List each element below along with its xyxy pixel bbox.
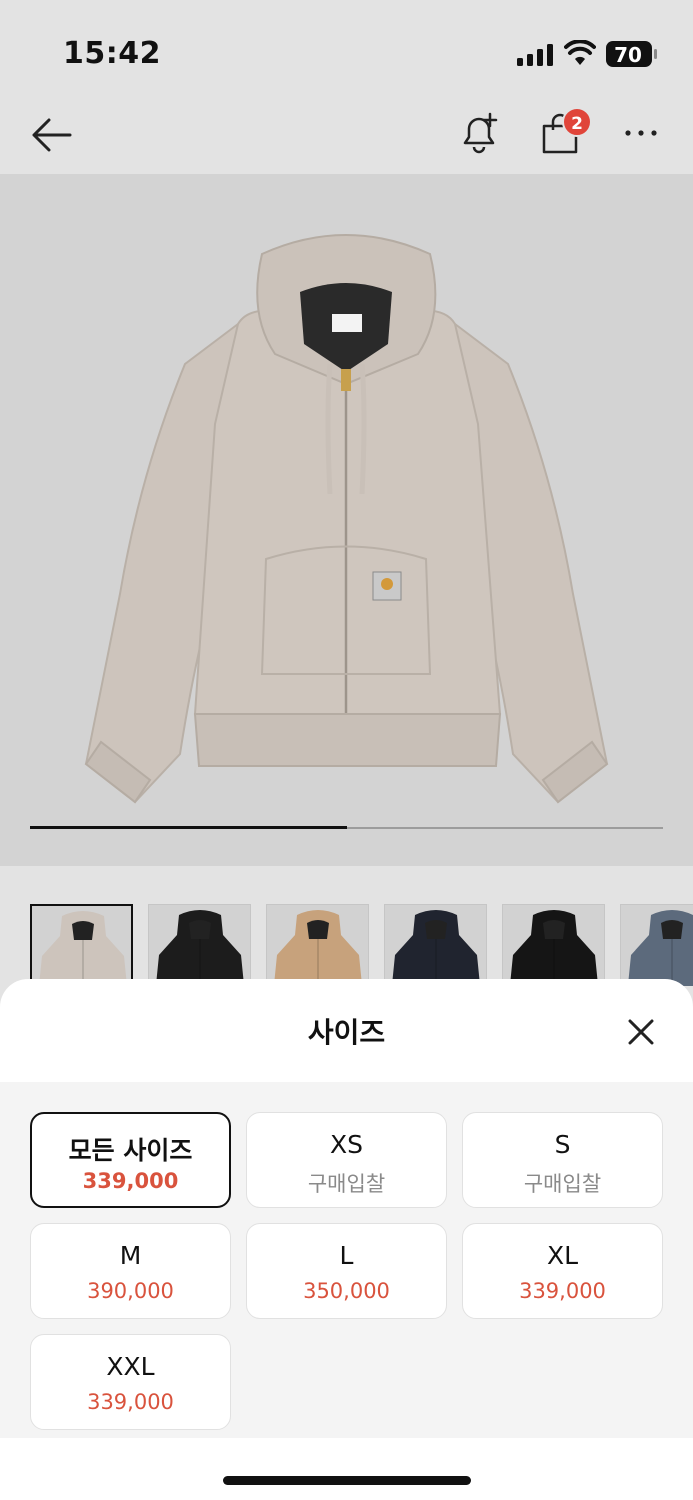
more-options-icon[interactable] (620, 118, 662, 148)
size-label: XS (330, 1130, 363, 1159)
thumbnail-jacket-image (39, 911, 127, 986)
size-label: S (554, 1130, 571, 1159)
size-option-m[interactable]: M 390,000 (30, 1223, 231, 1319)
size-price: 구매입찰 (523, 1172, 602, 1196)
size-label: XL (546, 1241, 579, 1270)
size-option-all[interactable]: 모든 사이즈 339,000 (30, 1112, 231, 1208)
size-price: 339,000 (87, 1390, 174, 1414)
color-thumbnail[interactable] (148, 904, 251, 986)
thumbnail-jacket-image (155, 910, 245, 986)
top-nav: 2 (0, 100, 693, 174)
size-price: 390,000 (87, 1279, 174, 1303)
color-thumbnail[interactable] (620, 904, 693, 986)
jacket-graphic (84, 234, 609, 804)
status-bar: 15:42 70 (0, 0, 693, 100)
size-label: L (339, 1241, 354, 1270)
product-page: 15:42 70 2 사이즈 모든 사이즈 339,000 XS 구매입찰 S … (0, 0, 693, 1500)
color-thumbnail[interactable] (266, 904, 369, 986)
size-options-grid: 모든 사이즈 339,000 XS 구매입찰 S 구매입찰 M 390,000 … (0, 1082, 693, 1438)
cellular-signal-icon (517, 44, 553, 66)
thumbnail-jacket-image (273, 910, 363, 986)
size-option-s[interactable]: S 구매입찰 (462, 1112, 663, 1208)
wifi-icon (564, 40, 596, 65)
size-option-xl[interactable]: XL 339,000 (462, 1223, 663, 1319)
size-label: M (119, 1241, 142, 1270)
color-thumbnail[interactable] (502, 904, 605, 986)
thumbnail-jacket-image (391, 910, 481, 986)
notification-bell-add-icon[interactable] (456, 110, 502, 156)
product-image-gallery[interactable] (0, 174, 693, 866)
sheet-header: 사이즈 (0, 979, 693, 1082)
close-icon[interactable] (622, 1013, 660, 1051)
size-price: 339,000 (82, 1169, 179, 1193)
status-time: 15:42 (63, 36, 161, 71)
color-thumbnail[interactable] (384, 904, 487, 986)
size-price: 350,000 (303, 1279, 390, 1303)
color-thumbnails (0, 886, 693, 986)
size-bottom-sheet: 사이즈 모든 사이즈 339,000 XS 구매입찰 S 구매입찰 M 390,… (0, 979, 693, 1500)
gallery-progress (30, 826, 663, 829)
battery-level: 70 (614, 43, 642, 67)
size-price: 339,000 (519, 1279, 606, 1303)
size-label: XXL (106, 1352, 155, 1381)
size-option-l[interactable]: L 350,000 (246, 1223, 447, 1319)
sheet-title: 사이즈 (307, 1016, 386, 1049)
size-option-xs[interactable]: XS 구매입찰 (246, 1112, 447, 1208)
back-arrow-icon[interactable] (28, 112, 74, 158)
jacket-image (84, 234, 609, 804)
size-price: 구매입찰 (307, 1172, 386, 1196)
size-option-xxl[interactable]: XXL 339,000 (30, 1334, 231, 1430)
gallery-progress-fill (30, 826, 347, 829)
home-indicator[interactable] (223, 1476, 471, 1485)
color-thumbnail[interactable] (30, 904, 133, 986)
thumbnail-jacket-image (509, 910, 599, 986)
battery-icon: 70 (606, 41, 657, 67)
cart-count-badge: 2 (562, 107, 592, 137)
thumbnail-jacket-image (627, 910, 693, 986)
size-label: 모든 사이즈 (68, 1136, 193, 1165)
